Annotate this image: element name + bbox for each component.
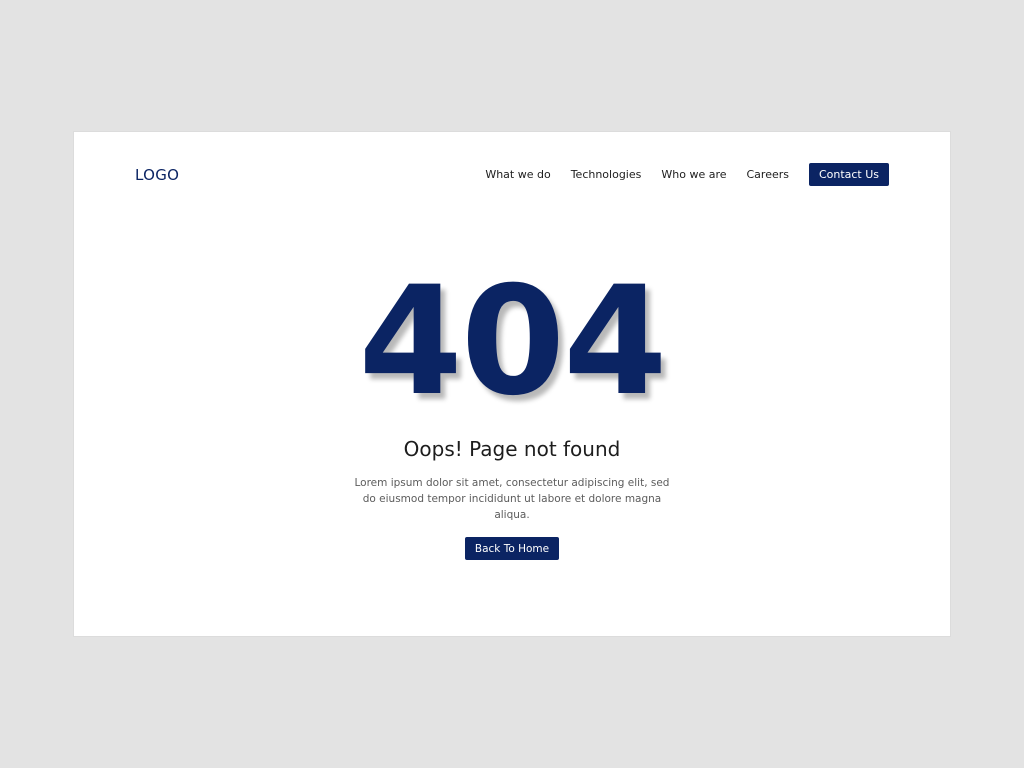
error-description: Lorem ipsum dolor sit amet, consectetur … [354, 477, 670, 521]
nav-item-technologies[interactable]: Technologies [571, 168, 642, 181]
nav-item-who-we-are[interactable]: Who we are [661, 168, 726, 181]
back-to-home-button[interactable]: Back To Home [465, 537, 559, 560]
error-title: Oops! Page not found [403, 437, 621, 461]
error-section: 404 Oops! Page not found Lorem ipsum dol… [74, 255, 950, 560]
main-nav: What we do Technologies Who we are Caree… [485, 163, 889, 186]
logo[interactable]: LOGO [135, 166, 179, 184]
nav-item-what-we-do[interactable]: What we do [485, 168, 550, 181]
contact-us-button[interactable]: Contact Us [809, 163, 889, 186]
page-card: LOGO What we do Technologies Who we are … [74, 132, 950, 636]
nav-item-careers[interactable]: Careers [747, 168, 790, 181]
error-code: 404 [358, 255, 667, 429]
